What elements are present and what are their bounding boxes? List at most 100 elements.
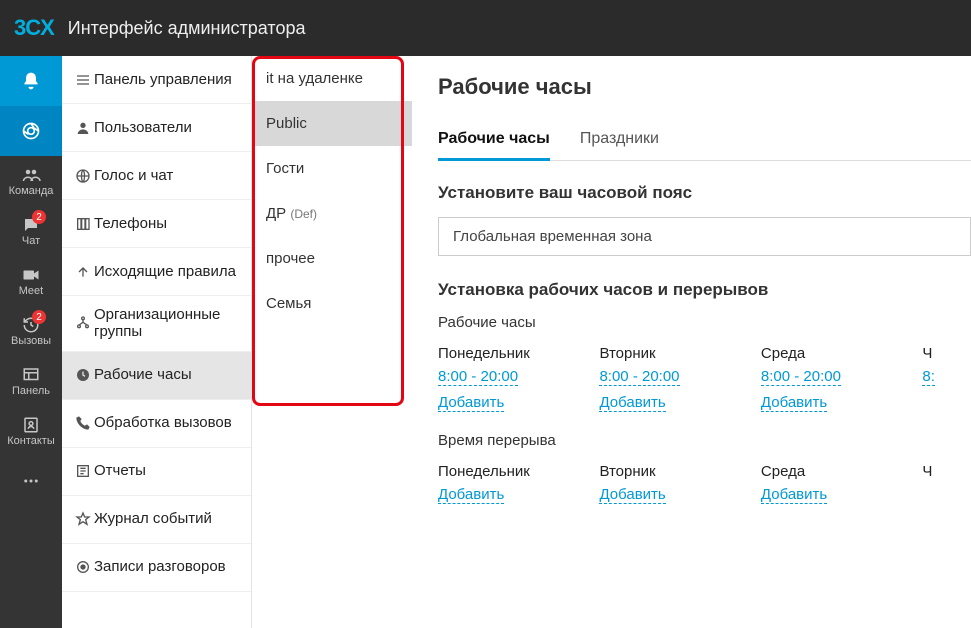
rail-label-calls: Вызовы [11,336,51,347]
sidebar-item-reports[interactable]: Отчеты [62,448,251,496]
top-bar: 3CX Интерфейс администратора [0,0,971,56]
time-range-link[interactable]: 8:00 - 20:00 [438,368,518,386]
sidebar-label: Организационные группы [94,306,241,341]
group-item[interactable]: it на удаленке [252,56,412,101]
tab-hours[interactable]: Рабочие часы [438,122,550,161]
add-link[interactable]: Добавить [761,394,827,412]
globe-icon [72,168,94,184]
sidebar-label: Журнал событий [94,510,241,527]
groups-panel: it на удаленке Public Гости ДР (Def) про… [252,56,412,628]
day-col: Ч [922,463,971,504]
record-icon [72,559,94,575]
calls-badge: 2 [32,310,46,324]
video-icon [21,266,41,284]
sidebar-label: Телефоны [94,215,241,232]
time-range-link[interactable]: 8:00 - 20:00 [599,368,679,386]
bell-icon [21,71,41,91]
sidebar-item-events[interactable]: Журнал событий [62,496,251,544]
reports-icon [72,463,94,479]
add-link[interactable]: Добавить [599,486,665,504]
rail-label-team: Команда [9,186,54,197]
group-item[interactable]: Public [252,101,412,146]
sidebar-item-outbound[interactable]: Исходящие правила [62,248,251,296]
sidebar-item-dashboard[interactable]: Панель управления [62,56,251,104]
star-icon [72,511,94,527]
rail-label-meet: Meet [19,286,43,297]
time-range-link[interactable]: 8:00 - 20:00 [761,368,841,386]
rail-item-more[interactable] [0,456,62,506]
rail-label-chat: Чат [22,236,40,247]
org-icon [72,315,94,331]
add-link[interactable]: Добавить [438,486,504,504]
sidebar-label: Пользователи [94,119,241,136]
panel-icon [21,366,41,384]
rail-label-panel: Панель [12,386,50,397]
sidebar-label: Обработка вызовов [94,414,241,431]
rail-item-calls[interactable]: 2 Вызовы [0,306,62,356]
sidebar-item-recordings[interactable]: Записи разговоров [62,544,251,592]
phone-icon [72,415,94,431]
sidebar-item-phones[interactable]: Телефоны [62,200,251,248]
rail-item-meet[interactable]: Meet [0,256,62,306]
sidebar-label: Рабочие часы [94,366,241,383]
user-icon [72,120,94,136]
main-content: Рабочие часы Рабочие часы Праздники Уста… [412,56,971,628]
time-range-link[interactable]: 8: [922,368,935,386]
group-item[interactable]: прочее [252,236,412,281]
day-name: Вторник [599,463,760,480]
add-link[interactable]: Добавить [438,394,504,412]
users-icon [21,166,41,184]
day-col: Понедельник 8:00 - 20:00 Добавить [438,345,599,412]
rail-item-panel[interactable]: Панель [0,356,62,406]
day-name: Ч [922,463,971,480]
day-name: Среда [761,463,922,480]
menu-icon [72,72,94,88]
sidebar-item-callhandling[interactable]: Обработка вызовов [62,400,251,448]
page-title: Рабочие часы [438,74,971,100]
logo: 3CX [14,15,54,41]
group-item[interactable]: ДР (Def) [252,191,412,236]
add-link[interactable]: Добавить [761,486,827,504]
work-hours-label: Рабочие часы [438,314,971,331]
sidebar-item-voice[interactable]: Голос и чат [62,152,251,200]
timezone-select[interactable]: Глобальная временная зона [438,217,971,256]
sidebar-item-groups[interactable]: Организационные группы [62,296,251,352]
rail-item-browser[interactable] [0,106,62,156]
day-col: Ч 8: [922,345,971,412]
day-name: Понедельник [438,345,599,362]
columns-icon [72,216,94,232]
rail-item-notifications[interactable] [0,56,62,106]
sidebar-label: Исходящие правила [94,263,241,280]
dots-icon [21,472,41,490]
rail-label-contacts: Контакты [7,436,55,447]
app-title: Интерфейс администратора [68,18,306,39]
rail-item-contacts[interactable]: Контакты [0,406,62,456]
group-item[interactable]: Гости [252,146,412,191]
sched-section-title: Установка рабочих часов и перерывов [438,280,971,300]
chat-badge: 2 [32,210,46,224]
day-col: Вторник 8:00 - 20:00 Добавить [599,345,760,412]
add-link[interactable]: Добавить [599,394,665,412]
tz-section-title: Установите ваш часовой пояс [438,183,971,203]
day-name: Среда [761,345,922,362]
day-col: Вторник Добавить [599,463,760,504]
day-name: Понедельник [438,463,599,480]
admin-sidebar: Панель управления Пользователи Голос и ч… [62,56,252,628]
left-rail: Команда 2 Чат Meet 2 Вызовы Пане [0,56,62,628]
work-hours-row: Понедельник 8:00 - 20:00 Добавить Вторни… [438,345,971,412]
rail-item-team[interactable]: Команда [0,156,62,206]
sidebar-item-users[interactable]: Пользователи [62,104,251,152]
rail-item-chat[interactable]: 2 Чат [0,206,62,256]
tabs: Рабочие часы Праздники [438,122,971,161]
tab-holidays[interactable]: Праздники [580,122,659,160]
group-item[interactable]: Семья [252,281,412,326]
day-name: Вторник [599,345,760,362]
chrome-icon [21,121,41,141]
day-name: Ч [922,345,971,362]
break-time-label: Время перерыва [438,432,971,449]
sidebar-label: Отчеты [94,462,241,479]
day-col: Понедельник Добавить [438,463,599,504]
sidebar-item-workhours[interactable]: Рабочие часы [62,352,251,400]
contacts-icon [21,416,41,434]
sidebar-label: Панель управления [94,71,241,88]
